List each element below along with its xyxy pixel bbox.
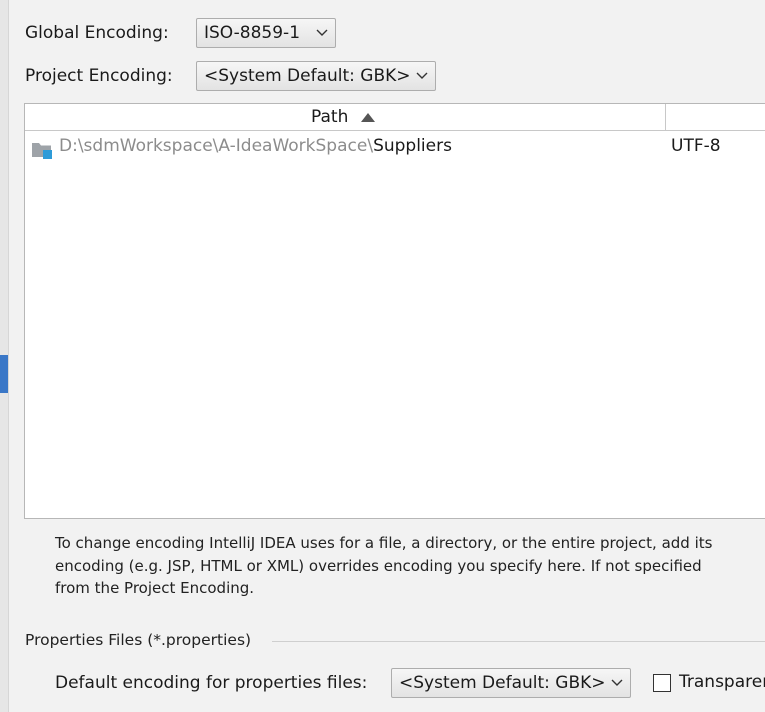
global-encoding-value: ISO-8859-1 (204, 23, 301, 43)
help-line: To change encoding IntelliJ IDEA uses fo… (55, 534, 713, 552)
table-header: Path (25, 104, 765, 131)
folder-module-icon (32, 143, 52, 159)
section-divider (272, 641, 765, 642)
project-encoding-dropdown[interactable]: <System Default: GBK> (196, 61, 436, 91)
project-encoding-label: Project Encoding: (25, 66, 173, 86)
chevron-down-icon (316, 29, 328, 36)
properties-section-title: Properties Files (*.properties) (25, 631, 252, 649)
chevron-down-icon (416, 72, 428, 79)
column-header-path-label: Path (311, 107, 349, 127)
column-header-path[interactable]: Path (25, 104, 666, 130)
properties-encoding-dropdown[interactable]: <System Default: GBK> (391, 668, 631, 698)
sort-ascending-icon (361, 113, 375, 122)
properties-encoding-value: <System Default: GBK> (399, 673, 606, 693)
path-cell: D:\sdmWorkspace\A-IdeaWorkSpace\Supplier… (59, 136, 452, 156)
chevron-down-icon (611, 679, 623, 686)
global-encoding-label: Global Encoding: (25, 23, 169, 43)
column-header-encoding[interactable] (666, 104, 765, 130)
global-encoding-dropdown[interactable]: ISO-8859-1 (196, 18, 336, 48)
left-panel-selection-marker (0, 355, 8, 393)
path-prefix: D:\sdmWorkspace\A-IdeaWorkSpace\ (59, 136, 374, 156)
properties-default-encoding-label: Default encoding for properties files: (55, 673, 368, 693)
transparent-checkbox-label[interactable]: Transparent (679, 672, 765, 692)
encoding-cell[interactable]: UTF-8 (671, 136, 721, 156)
transparent-native-to-ascii-checkbox[interactable] (653, 674, 671, 692)
project-encoding-value: <System Default: GBK> (204, 66, 411, 86)
file-encodings-table[interactable]: Path D:\sdmWorkspace\A-IdeaWorkSpace\Sup… (24, 103, 765, 519)
encoding-help-text: To change encoding IntelliJ IDEA uses fo… (55, 532, 765, 600)
table-row[interactable]: D:\sdmWorkspace\A-IdeaWorkSpace\Supplier… (25, 132, 765, 162)
help-line: encoding (e.g. JSP, HTML or XML) overrid… (55, 556, 702, 575)
path-name: Suppliers (373, 136, 452, 156)
help-line: from the Project Encoding. (55, 579, 255, 597)
